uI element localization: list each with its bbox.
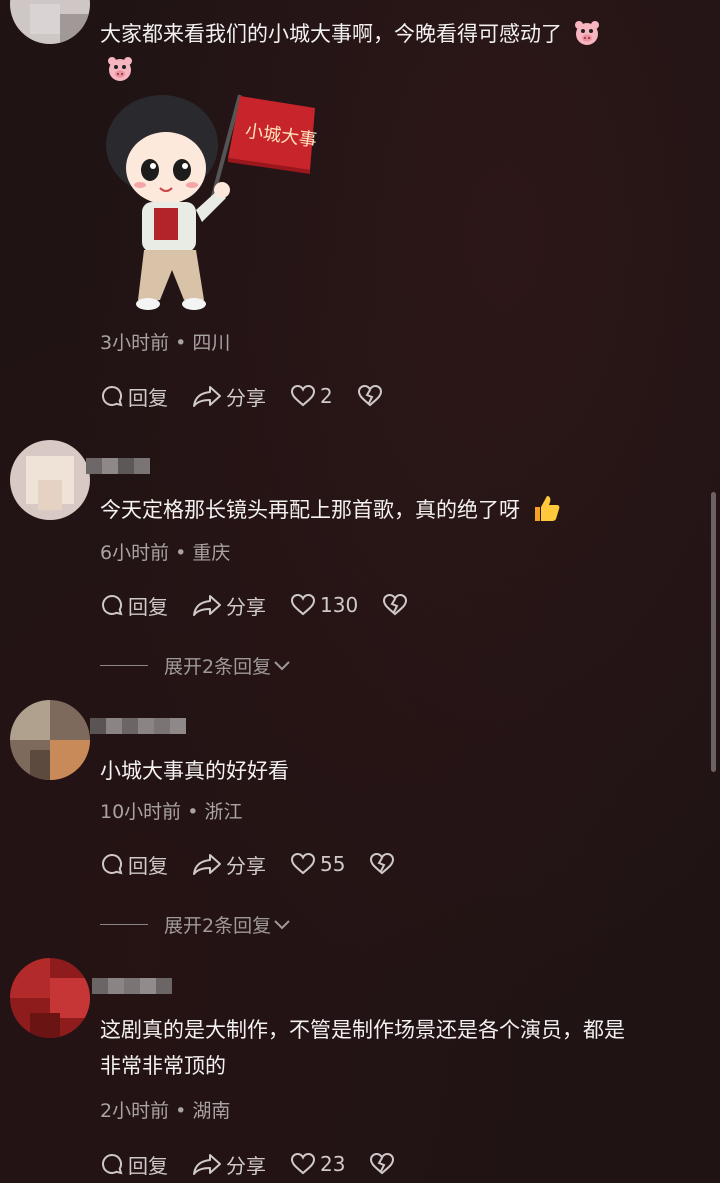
divider-line — [100, 665, 148, 666]
comment-location: 湖南 — [192, 1100, 231, 1122]
share-label: 分享 — [226, 853, 266, 878]
avatar[interactable] — [10, 440, 90, 520]
scrollbar[interactable] — [711, 492, 716, 772]
reply-label: 回复 — [128, 594, 168, 619]
share-icon — [193, 1154, 221, 1175]
username-redacted — [86, 458, 150, 476]
comment-meta: 10小时前 • 浙江 — [100, 797, 243, 824]
share-button[interactable]: 分享 — [192, 1150, 266, 1179]
character-sticker[interactable]: 小城大事 — [100, 90, 320, 320]
reply-icon — [102, 594, 123, 616]
share-label: 分享 — [226, 594, 266, 619]
reply-label: 回复 — [128, 853, 168, 878]
chevron-down-icon — [274, 660, 290, 670]
comment-actions: 回复 分享 2 — [100, 381, 411, 411]
comment-time: 2小时前 — [100, 1100, 170, 1122]
expand-replies-label: 展开2条回复 — [164, 915, 272, 937]
chevron-down-icon — [274, 919, 290, 929]
share-button[interactable]: 分享 — [192, 382, 266, 411]
comment-location: 浙江 — [204, 801, 243, 823]
comment-actions: 回复 分享 130 — [100, 590, 436, 620]
heart-icon — [290, 852, 316, 875]
broken-heart-icon — [383, 593, 408, 616]
comment-text: 大家都来看我们的小城大事啊，今晚看得可感动了 — [100, 16, 700, 88]
dislike-button[interactable] — [369, 852, 399, 876]
like-count: 55 — [320, 852, 346, 876]
comment-meta: 6小时前 • 重庆 — [100, 538, 230, 565]
comment-location: 重庆 — [192, 542, 231, 564]
heart-icon — [290, 1152, 316, 1175]
reply-icon — [102, 1153, 123, 1175]
share-button[interactable]: 分享 — [192, 850, 266, 879]
divider-line — [100, 924, 148, 925]
comment-text-content: 今天定格那长镜头再配上那首歌，真的绝了呀 — [100, 498, 520, 522]
dislike-button[interactable] — [369, 1152, 399, 1176]
reply-button[interactable]: 回复 — [100, 1150, 168, 1179]
broken-heart-icon — [370, 1152, 395, 1175]
like-count: 2 — [320, 384, 333, 408]
username-redacted — [90, 718, 186, 736]
reply-icon — [102, 385, 123, 407]
share-icon — [193, 386, 221, 407]
pig-emoji-icon — [574, 21, 599, 45]
comment-text: 这剧真的是大制作，不管是制作场景还是各个演员，都是 非常非常顶的 — [100, 1012, 700, 1084]
reply-button[interactable]: 回复 — [100, 382, 168, 411]
thumbs-up-icon — [534, 496, 560, 521]
comment-meta: 3小时前 • 四川 — [100, 328, 230, 355]
meta-separator: • — [187, 801, 199, 823]
like-button[interactable]: 55 — [290, 852, 345, 876]
avatar[interactable] — [10, 0, 90, 44]
username-redacted — [92, 978, 172, 996]
heart-icon — [290, 384, 316, 407]
comment-time: 3小时前 — [100, 332, 170, 354]
expand-replies-button[interactable]: 展开2条回复 — [100, 911, 291, 938]
heart-icon — [290, 593, 316, 616]
comment-time: 6小时前 — [100, 542, 170, 564]
share-label: 分享 — [226, 385, 266, 410]
broken-heart-icon — [357, 384, 382, 407]
avatar[interactable] — [10, 958, 90, 1038]
like-button[interactable]: 2 — [290, 384, 333, 408]
comment-text-line: 非常非常顶的 — [100, 1054, 226, 1078]
reply-button[interactable]: 回复 — [100, 850, 168, 879]
expand-replies-button[interactable]: 展开2条回复 — [100, 652, 291, 679]
comment-location: 四川 — [192, 332, 231, 354]
expand-replies-label: 展开2条回复 — [164, 656, 272, 678]
share-icon — [193, 854, 221, 875]
like-button[interactable]: 23 — [290, 1152, 345, 1176]
share-label: 分享 — [226, 1153, 266, 1178]
comment-actions: 回复 分享 55 — [100, 849, 423, 879]
like-count: 130 — [320, 593, 359, 617]
pig-emoji-icon — [108, 57, 132, 81]
like-count: 23 — [320, 1152, 346, 1176]
meta-separator: • — [175, 1100, 187, 1122]
comment-time: 10小时前 — [100, 801, 182, 823]
meta-separator: • — [175, 332, 187, 354]
comment-text-content: 大家都来看我们的小城大事啊，今晚看得可感动了 — [100, 22, 562, 46]
comment-text-content: 小城大事真的好好看 — [100, 759, 289, 783]
comment-text: 今天定格那长镜头再配上那首歌，真的绝了呀 — [100, 492, 700, 528]
reply-icon — [102, 853, 123, 875]
meta-separator: • — [175, 542, 187, 564]
like-button[interactable]: 130 — [290, 593, 358, 617]
comment-meta: 2小时前 • 湖南 — [100, 1096, 230, 1123]
comment-actions: 回复 分享 23 — [100, 1149, 423, 1179]
reply-button[interactable]: 回复 — [100, 591, 168, 620]
dislike-button[interactable] — [382, 593, 412, 617]
share-icon — [193, 595, 221, 616]
share-button[interactable]: 分享 — [192, 591, 266, 620]
comment-text: 小城大事真的好好看 — [100, 753, 700, 789]
dislike-button[interactable] — [357, 384, 387, 408]
reply-label: 回复 — [128, 1153, 168, 1178]
comment-text-line: 这剧真的是大制作，不管是制作场景还是各个演员，都是 — [100, 1018, 625, 1042]
reply-label: 回复 — [128, 385, 168, 410]
broken-heart-icon — [370, 852, 395, 875]
avatar[interactable] — [10, 700, 90, 780]
